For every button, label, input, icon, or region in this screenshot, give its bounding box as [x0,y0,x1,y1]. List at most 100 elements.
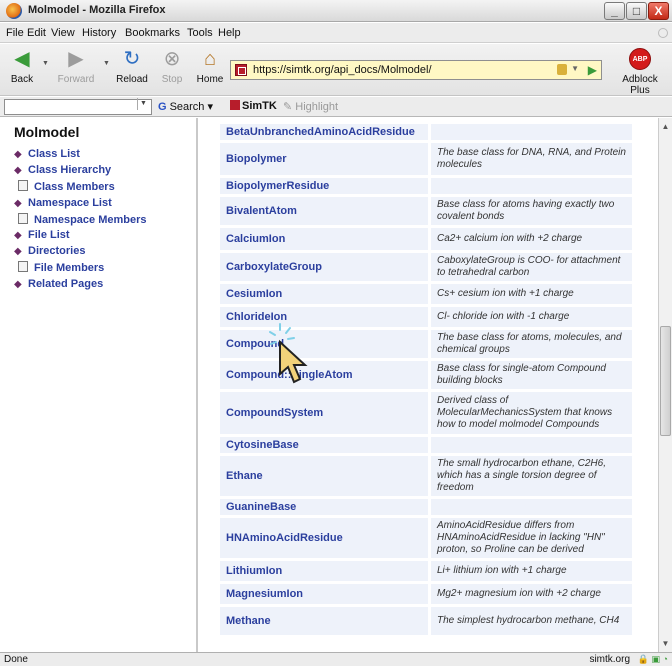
close-button[interactable]: X [648,2,669,20]
stop-icon: ⊗ [163,48,181,70]
class-description [430,436,633,454]
adblock-label: Adblock Plus [622,74,658,96]
forward-history-dropdown-icon[interactable]: ▼ [103,60,110,67]
table-row: BetaUnbranchedAminoAcidResidue [219,123,633,141]
class-link[interactable]: Biopolymer [219,142,429,176]
class-description: Li+ lithium ion with +1 charge [430,560,633,582]
site-favicon-icon [235,64,247,76]
class-link[interactable]: CalciumIon [219,227,429,251]
sidebar-item-directories[interactable]: ◆ Directories [14,245,85,257]
url-dropdown-icon[interactable]: ▼ [571,64,579,73]
back-button[interactable]: ◀ Back [0,48,44,85]
vertical-scrollbar[interactable]: ▲ ▼ [658,118,672,652]
table-row: HNAminoAcidResidue AminoAcidResidue diffe… [219,517,633,559]
sidebar-frame: Molmodel ◆ Class List ◆ Class Hierarchy Clas… [0,118,198,652]
class-description [430,498,633,516]
sidebar-item-label: Related Pages [28,277,104,290]
sidebar-item-namespace-list[interactable]: ◆ Namespace List [14,197,112,209]
folder-expand-icon[interactable]: ◆ [14,165,28,176]
class-description: Base class for atoms having exactly two … [430,196,633,226]
sidebar-item-class-hierarchy[interactable]: ◆ Class Hierarchy [14,164,111,176]
home-button[interactable]: ⌂ Home [188,48,232,85]
class-link[interactable]: MagnesiumIon [219,583,429,605]
class-link[interactable]: GuanineBase [219,498,429,516]
search-dropdown-icon[interactable]: ▼ [137,98,149,110]
table-row: LithiumIon Li+ lithium ion with +1 charge [219,560,633,582]
folder-expand-icon[interactable]: ◆ [14,198,28,209]
class-link[interactable]: CesiumIon [219,283,429,305]
sidebar-item-label: File Members [34,262,105,275]
security-status-icon[interactable]: 🔒 ▣ ◔ [638,654,668,665]
forward-button[interactable]: ▶ Forward [50,48,102,85]
table-row: CesiumIon Cs+ cesium ion with +1 charge [219,283,633,305]
class-link[interactable]: BetaUnbranchedAminoAcidResidue [219,123,429,141]
sidebar-item-file-list[interactable]: ◆ File List [14,229,70,241]
folder-expand-icon[interactable]: ◆ [14,149,28,160]
status-text: Done [4,654,28,665]
url-bar[interactable]: https://simtk.org/api_docs/Molmodel/ ▼ ▶ [230,60,602,80]
adblock-plus-button[interactable]: ABP Adblock Plus [612,48,668,96]
class-link[interactable]: Methane [219,606,429,636]
sidebar-item-label: Class List [28,148,80,160]
maximize-button[interactable]: □ [626,2,647,20]
class-description: The simplest hydrocarbon methane, CH4 [430,606,633,636]
class-description: CaboxylateGroup is COO- for attachment t… [430,252,633,282]
class-link[interactable]: CytosineBase [219,436,429,454]
class-description: The base class for atoms, molecules, and… [430,329,633,359]
menu-file[interactable]: File [6,27,24,39]
google-icon: G [158,101,167,113]
back-arrow-icon: ◀ [14,48,30,70]
highlight-button[interactable]: ✎ Highlight [283,100,338,113]
sidebar-item-namespace-members[interactable]: Namespace Members [14,212,147,226]
forward-label: Forward [57,74,95,85]
folder-expand-icon[interactable]: ◆ [14,246,28,257]
table-row: CompoundSystem Derived class of Molecular… [219,391,633,435]
class-link[interactable]: CarboxylateGroup [219,252,429,282]
menu-history[interactable]: History [82,27,116,39]
sidebar-item-label: Namespace Members [34,213,147,226]
sidebar-item-class-members[interactable]: Class Members [14,180,115,193]
class-description: Derived class of MolecularMechanicsSyste… [430,391,633,435]
menu-help[interactable]: Help [218,27,241,39]
sidebar-title: Molmodel [14,124,80,140]
search-button[interactable]: G Search ▾ [158,100,213,113]
padlock-icon[interactable] [557,64,567,75]
firefox-icon [6,3,22,19]
class-link[interactable]: CompoundSystem [219,391,429,435]
table-row: CytosineBase [219,436,633,454]
menu-tools[interactable]: Tools [187,27,213,39]
window-titlebar: Molmodel - Mozilla Firefox _ □ X [0,0,672,22]
scroll-up-icon[interactable]: ▲ [659,120,672,133]
reload-button[interactable]: ↻ Reload [110,48,154,85]
folder-expand-icon[interactable]: ◆ [14,230,28,241]
class-link[interactable]: HNAminoAcidResidue [219,517,429,559]
window-title: Molmodel - Mozilla Firefox [28,4,166,16]
back-history-dropdown-icon[interactable]: ▼ [42,60,49,67]
class-link[interactable]: BiopolymerResidue [219,177,429,195]
menu-edit[interactable]: Edit [27,27,46,39]
url-text[interactable]: https://simtk.org/api_docs/Molmodel/ [253,64,432,76]
folder-expand-icon[interactable]: ◆ [14,279,28,290]
sidebar-item-file-members[interactable]: File Members [14,261,104,274]
forward-arrow-icon: ▶ [68,48,84,70]
table-row: Biopolymer The base class for DNA, RNA, a… [219,142,633,176]
document-icon [18,212,28,224]
menu-view[interactable]: View [51,27,75,39]
menu-bookmarks[interactable]: Bookmarks [125,27,180,39]
reload-icon: ↻ [123,48,141,70]
simtk-button[interactable]: SimTK [230,100,277,112]
go-icon[interactable]: ▶ [588,63,597,77]
search-input[interactable] [4,99,152,115]
class-description [430,177,633,195]
class-link[interactable]: Ethane [219,455,429,497]
table-row: BivalentAtom Base class for atoms having … [219,196,633,226]
sidebar-item-class-list[interactable]: ◆ Class List [14,148,80,160]
sidebar-item-related-pages[interactable]: ◆ Related Pages [14,278,103,290]
scroll-down-icon[interactable]: ▼ [659,637,672,650]
class-description: Cs+ cesium ion with +1 charge [430,283,633,305]
class-link[interactable]: BivalentAtom [219,196,429,226]
class-link[interactable]: LithiumIon [219,560,429,582]
sidebar-item-label: Class Members [34,181,115,194]
minimize-button[interactable]: _ [604,2,625,20]
scroll-thumb[interactable] [660,326,671,436]
